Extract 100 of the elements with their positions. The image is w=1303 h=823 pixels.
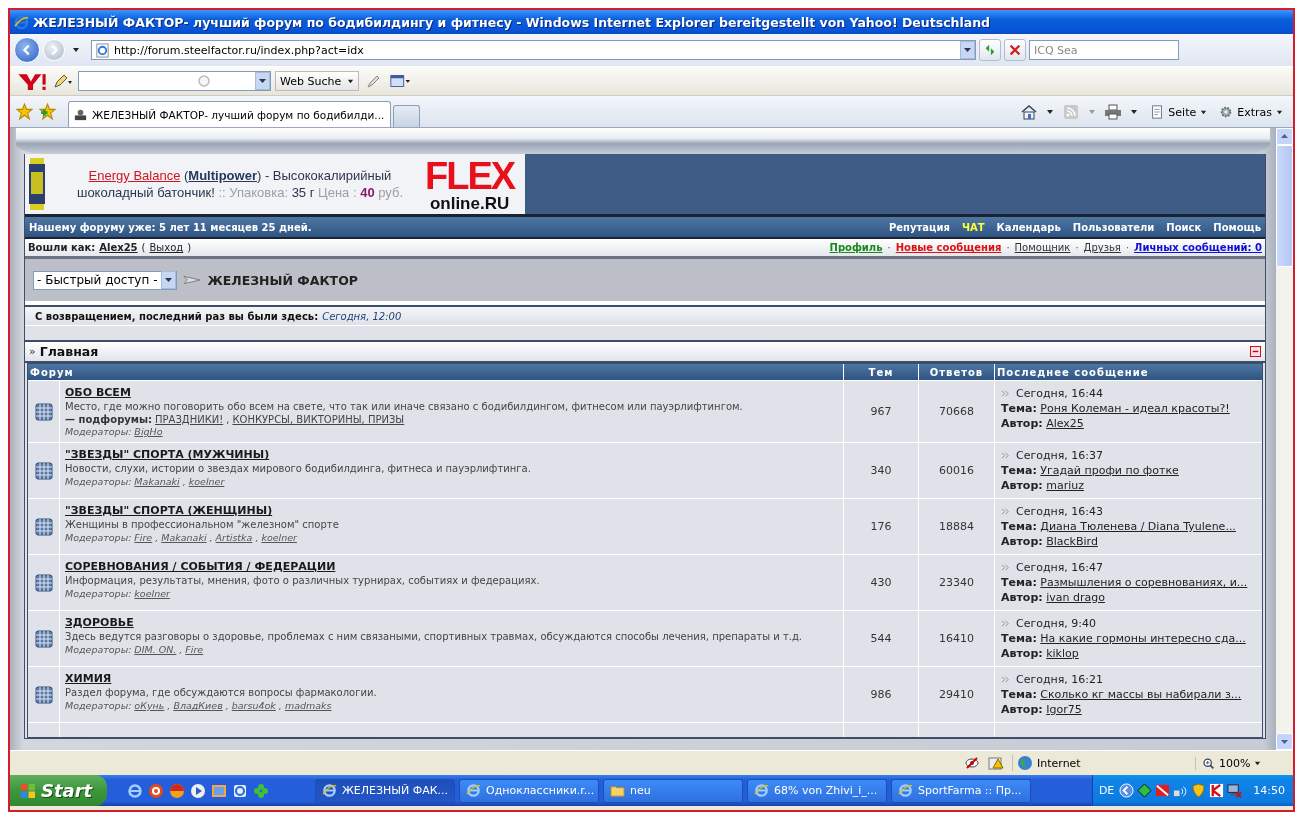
- forum-title-link[interactable]: ОБО ВСЕМ: [65, 386, 131, 399]
- dropdown-arrow-icon[interactable]: [1130, 108, 1139, 116]
- window-layout-icon[interactable]: [389, 73, 412, 89]
- topic-link[interactable]: На какие гормоны интересно сда...: [1040, 632, 1246, 645]
- at-sign-icon[interactable]: [148, 782, 164, 799]
- author-link[interactable]: Igor75: [1046, 703, 1082, 716]
- language-indicator[interactable]: DE: [1098, 784, 1115, 797]
- author-link[interactable]: Alex25: [1046, 417, 1084, 430]
- author-link[interactable]: mariuz: [1046, 479, 1084, 492]
- topic-link[interactable]: Размышления о соревнованиях, и...: [1040, 576, 1248, 589]
- network-icon[interactable]: [1137, 783, 1153, 798]
- forum-title-link[interactable]: "ЗВЕЗДЫ" СПОРТА (МУЖЧИНЫ): [65, 448, 270, 461]
- brand-link[interactable]: Multipower: [188, 168, 257, 183]
- author-link[interactable]: ivan drago: [1046, 591, 1105, 604]
- bracket: (: [141, 242, 146, 253]
- dropdown-arrow-icon[interactable]: [1046, 108, 1055, 116]
- browser-logo-icon: [898, 783, 913, 798]
- collapse-icon[interactable]: [1250, 346, 1261, 357]
- author-link[interactable]: kiklop: [1046, 647, 1079, 660]
- media-player-icon[interactable]: [190, 782, 206, 799]
- command-menu[interactable]: Seite: [1146, 103, 1212, 121]
- moderator-link[interactable]: madmaks: [284, 700, 332, 711]
- command-menu[interactable]: Extras: [1215, 103, 1287, 121]
- flag-icon[interactable]: [1155, 783, 1171, 798]
- desktop-icon[interactable]: [211, 782, 227, 799]
- topic-link[interactable]: Сколько кг массы вы набирали з...: [1040, 688, 1242, 701]
- nav-link[interactable]: Репутация: [888, 221, 950, 233]
- zoom-control[interactable]: 100%: [1195, 756, 1285, 770]
- address-field[interactable]: http://forum.steelfactor.ru/index.php?act=idx: [91, 40, 976, 60]
- taskbar-button[interactable]: ЖЕЛЕЗНЫЙ ФАК...: [315, 778, 455, 803]
- user-link[interactable]: Профиль: [829, 242, 883, 253]
- moderator-link[interactable]: Fire: [134, 532, 153, 543]
- nav-link[interactable]: Календарь: [996, 221, 1061, 233]
- browser-logo-icon[interactable]: [127, 782, 143, 799]
- taskbar-button[interactable]: neu: [603, 778, 743, 803]
- subforum-link[interactable]: ПРАЗДНИКИ!: [155, 414, 224, 425]
- topic-link[interactable]: Роня Колеман - идеал красоты?!: [1040, 402, 1230, 415]
- stop-button[interactable]: [1004, 39, 1026, 61]
- moderator-link[interactable]: ВладКиев: [173, 700, 223, 711]
- moderator-link[interactable]: Fire: [185, 644, 204, 655]
- taskbar-button[interactable]: 68% von Zhivi_i_...: [747, 778, 887, 803]
- computer-icon[interactable]: [1227, 783, 1243, 798]
- quick-access-dropdown[interactable]: - Быстрый доступ -: [33, 270, 178, 290]
- moderator-link[interactable]: koelner: [188, 476, 225, 487]
- start-button[interactable]: Start: [10, 775, 107, 806]
- favorites-star-icon[interactable]: [16, 103, 33, 120]
- nav-link[interactable]: Пользователи: [1072, 221, 1155, 233]
- author-link[interactable]: BlackBird: [1046, 535, 1098, 548]
- forum-title-link[interactable]: "ЗВЕЗДЫ" СПОРТА (ЖЕНЩИНЫ): [65, 504, 273, 517]
- antivirus-icon[interactable]: [1209, 783, 1225, 798]
- user-link[interactable]: Помощник: [1014, 242, 1071, 253]
- user-link[interactable]: Друзья: [1083, 242, 1121, 253]
- moderator-link[interactable]: Makanaki: [161, 532, 207, 543]
- moderator-link[interactable]: koelner: [134, 588, 170, 599]
- comma: ,: [209, 532, 213, 543]
- logout-link[interactable]: Выход: [149, 242, 184, 253]
- add-favorite-icon[interactable]: [39, 103, 56, 120]
- moderator-link[interactable]: koelner: [261, 532, 297, 543]
- scroll-thumb[interactable]: [1276, 145, 1293, 267]
- chevron-left-icon[interactable]: [1119, 783, 1135, 798]
- dropdown-arrow-icon[interactable]: [72, 46, 80, 54]
- moderator-link[interactable]: oКунь: [134, 700, 165, 711]
- moderator-link[interactable]: DIM. ON.: [134, 644, 177, 655]
- product-link[interactable]: Energy Balance: [88, 168, 181, 183]
- topic-link[interactable]: Диана Тюленева / Diana Tyulene...: [1040, 520, 1236, 533]
- taskbar-button[interactable]: SportFarma :: Пр...: [891, 778, 1031, 803]
- clover-icon[interactable]: [253, 782, 269, 799]
- scroll-up-button[interactable]: [1276, 128, 1293, 145]
- home-icon[interactable]: [1020, 104, 1039, 120]
- pencil-icon[interactable]: [52, 73, 74, 89]
- browser-icon[interactable]: [169, 782, 185, 799]
- scroll-down-button[interactable]: [1276, 733, 1293, 750]
- flex-online-logo[interactable]: FLEX online.RU: [425, 156, 515, 212]
- yahoo-search-field[interactable]: [78, 71, 271, 91]
- nav-link[interactable]: ЧАТ: [961, 221, 985, 233]
- nav-link[interactable]: Поиск: [1166, 221, 1202, 233]
- taskbar-button[interactable]: Одноклассники.r...: [459, 778, 599, 803]
- settings-icon: [1219, 105, 1234, 119]
- wireless-icon[interactable]: [1173, 783, 1189, 798]
- forum-title-link[interactable]: ЗДОРОВЬЕ: [65, 616, 134, 629]
- browser-tab[interactable]: ЖЕЛЕЗНЫЙ ФАКТОР- лучший форум по бодибилди...: [68, 101, 392, 127]
- moderator-link[interactable]: BigHo: [134, 426, 163, 437]
- scrollbar[interactable]: [1276, 128, 1293, 750]
- back-button[interactable]: [14, 37, 40, 63]
- forum-title-link[interactable]: СОРЕВНОВАНИЯ / СОБЫТИЯ / ФЕДЕРАЦИИ: [65, 560, 336, 573]
- topic-link[interactable]: Угадай профи по фотке: [1040, 464, 1179, 477]
- nav-link[interactable]: Помощь: [1213, 221, 1261, 233]
- web-search-button[interactable]: Web Suche: [275, 71, 360, 91]
- username-link[interactable]: Alex25: [99, 242, 138, 253]
- column-header: Последнее сообщение: [995, 364, 1262, 380]
- user-link[interactable]: Личных сообщений: 0: [1134, 242, 1262, 253]
- printer-icon[interactable]: [1104, 104, 1123, 120]
- moderator-link[interactable]: Makanaki: [134, 476, 180, 487]
- search-field[interactable]: ICQ Sea: [1029, 40, 1179, 60]
- moderator-link[interactable]: barsu4ok: [231, 700, 276, 711]
- shield-icon[interactable]: [1191, 783, 1207, 798]
- user-link[interactable]: Новые сообщения: [895, 242, 1002, 253]
- forum-title-link[interactable]: ХИМИЯ: [65, 672, 112, 685]
- subforum-link[interactable]: КОНКУРСЫ, ВИКТОРИНЫ, ПРИЗЫ: [232, 414, 405, 425]
- moderator-link[interactable]: Artistka: [215, 532, 253, 543]
